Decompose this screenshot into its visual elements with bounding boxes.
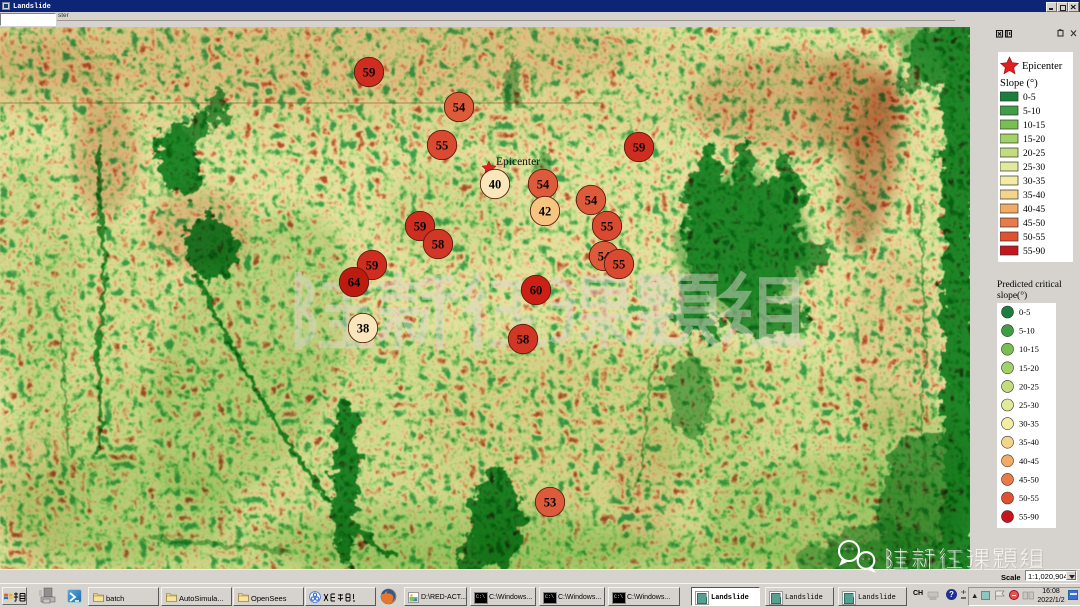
svg-text:5-10: 5-10 [1019,326,1035,336]
svg-text:50-55: 50-55 [1019,493,1039,503]
svg-text:30-35: 30-35 [1019,419,1039,429]
svg-text:20-25: 20-25 [1019,381,1039,391]
svg-text:59: 59 [414,220,427,234]
svg-text:59: 59 [633,141,646,155]
svg-text:Slope (°): Slope (°) [1000,78,1038,89]
svg-text:55: 55 [613,258,626,272]
svg-text:53: 53 [544,496,557,510]
svg-text:40-45: 40-45 [1023,205,1045,215]
svg-text:58: 58 [517,333,530,347]
svg-text:0-5: 0-5 [1019,307,1030,317]
svg-text:54: 54 [537,178,550,192]
svg-text:60: 60 [530,284,543,298]
svg-text:55-90: 55-90 [1023,247,1045,257]
svg-text:55: 55 [436,139,449,153]
svg-text:54: 54 [585,194,598,208]
svg-text:20-25: 20-25 [1023,149,1045,159]
svg-text:10-15: 10-15 [1019,344,1039,354]
svg-text:64: 64 [348,276,361,290]
svg-text:59: 59 [363,66,376,80]
svg-text:40: 40 [489,178,502,192]
svg-text:Epicenter: Epicenter [496,156,540,168]
svg-text:15-20: 15-20 [1023,135,1045,145]
svg-text:45-50: 45-50 [1019,474,1039,484]
svg-text:35-40: 35-40 [1023,191,1045,201]
svg-text:Epicenter: Epicenter [1022,61,1063,72]
svg-text:38: 38 [357,322,370,336]
svg-text:10-15: 10-15 [1023,121,1045,131]
svg-text:55: 55 [601,220,614,234]
svg-text:0-5: 0-5 [1023,93,1036,103]
svg-text:59: 59 [366,259,379,273]
svg-text:25-30: 25-30 [1019,400,1039,410]
svg-text:55-90: 55-90 [1019,512,1039,522]
svg-text:45-50: 45-50 [1023,219,1045,229]
svg-text:58: 58 [432,238,445,252]
svg-text:15-20: 15-20 [1019,363,1039,373]
svg-text:5-10: 5-10 [1023,107,1041,117]
svg-text:42: 42 [539,205,552,219]
svg-text:35-40: 35-40 [1019,437,1039,447]
svg-text:25-30: 25-30 [1023,163,1045,173]
svg-text:30-35: 30-35 [1023,177,1045,187]
svg-text:50-55: 50-55 [1023,233,1045,243]
svg-text:54: 54 [453,101,466,115]
svg-text:40-45: 40-45 [1019,456,1039,466]
